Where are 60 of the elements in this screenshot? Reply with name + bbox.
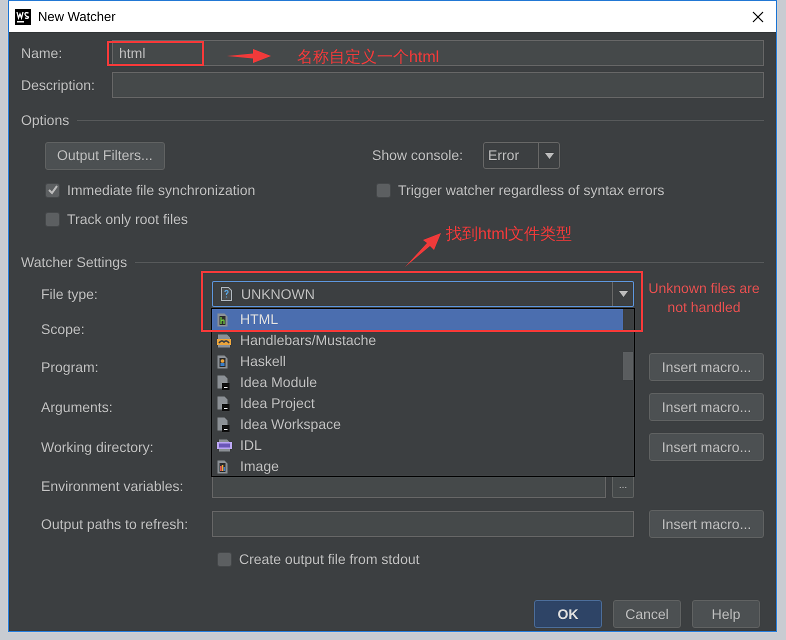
image-file-icon — [217, 460, 228, 474]
checkbox-label: Trigger watcher regardless of syntax errors — [398, 180, 664, 200]
field-label: Program: — [41, 358, 100, 377]
dropdown[interactable]: Error — [483, 142, 560, 169]
field-label: Output paths to refresh: — [41, 514, 190, 534]
dropdown-item[interactable]: IDL — [212, 435, 623, 456]
caret-icon — [618, 291, 628, 297]
checkbox-label: Immediate file synchronization — [67, 180, 256, 200]
field-label: Working directory: — [41, 438, 155, 457]
annotation-text: 名称自定义一个html — [297, 48, 440, 68]
caret-icon — [544, 152, 554, 158]
button[interactable]: Cancel — [613, 600, 681, 628]
file-type-dropdown[interactable]: UNKNOWN — [212, 281, 634, 307]
button[interactable]: Insert macro... — [649, 433, 764, 461]
checkbox[interactable] — [217, 552, 232, 566]
dropdown-item[interactable]: Idea Module — [212, 372, 623, 393]
checkbox[interactable] — [45, 182, 60, 198]
dropdown-item[interactable]: Haskell — [212, 351, 623, 372]
window-title: New Watcher — [38, 8, 116, 26]
section-header: Options — [21, 110, 70, 130]
input-field[interactable] — [212, 511, 634, 537]
checkbox-label: Track only root files — [67, 210, 188, 229]
arrow — [227, 49, 271, 63]
mustache-file-icon — [217, 334, 231, 348]
checkbox[interactable] — [376, 182, 391, 198]
input-field[interactable] — [112, 72, 764, 98]
file-icon — [217, 417, 230, 432]
app-logo-icon — [15, 8, 31, 24]
button[interactable]: OK — [534, 600, 602, 628]
button[interactable]: Insert macro... — [649, 510, 764, 538]
field-label: File type: — [41, 284, 99, 304]
dropdown-item[interactable]: Image — [212, 456, 623, 477]
field-label: Name: — [21, 44, 64, 62]
dropdown-item[interactable]: Handlebars/Mustache — [212, 330, 623, 351]
field-label: Description: — [21, 76, 96, 95]
checkbox[interactable] — [45, 212, 60, 226]
dropdown-item[interactable]: Idea Workspace — [212, 414, 623, 435]
arrow — [405, 233, 441, 267]
field-label: Arguments: — [41, 398, 114, 417]
idl-file-icon — [217, 439, 232, 452]
scrollbar-thumb[interactable] — [623, 352, 633, 380]
dropdown-item[interactable]: HTML — [212, 309, 623, 330]
html-file-icon — [217, 312, 228, 326]
warning-text: Unknown files are not handled — [648, 279, 760, 317]
button[interactable]: Help — [692, 600, 760, 628]
button[interactable]: Insert macro... — [649, 353, 764, 381]
file-icon — [221, 287, 232, 301]
annotation-text: 找到html文件类型 — [446, 224, 572, 245]
checkbox-label: Create output file from stdout — [239, 550, 420, 569]
section-header: Watcher Settings — [21, 252, 128, 272]
button[interactable]: Insert macro... — [649, 393, 764, 421]
haskell-file-icon — [217, 354, 228, 368]
field-label: Scope: — [41, 320, 86, 339]
file-icon — [217, 375, 230, 390]
dropdown-item[interactable]: Idea Project — [212, 393, 623, 414]
file-icon — [217, 396, 230, 411]
button[interactable]: Output Filters... — [45, 142, 165, 170]
field-label: Show console: — [372, 146, 464, 165]
field-label: Environment variables: — [41, 476, 184, 496]
close-icon[interactable] — [752, 10, 764, 22]
